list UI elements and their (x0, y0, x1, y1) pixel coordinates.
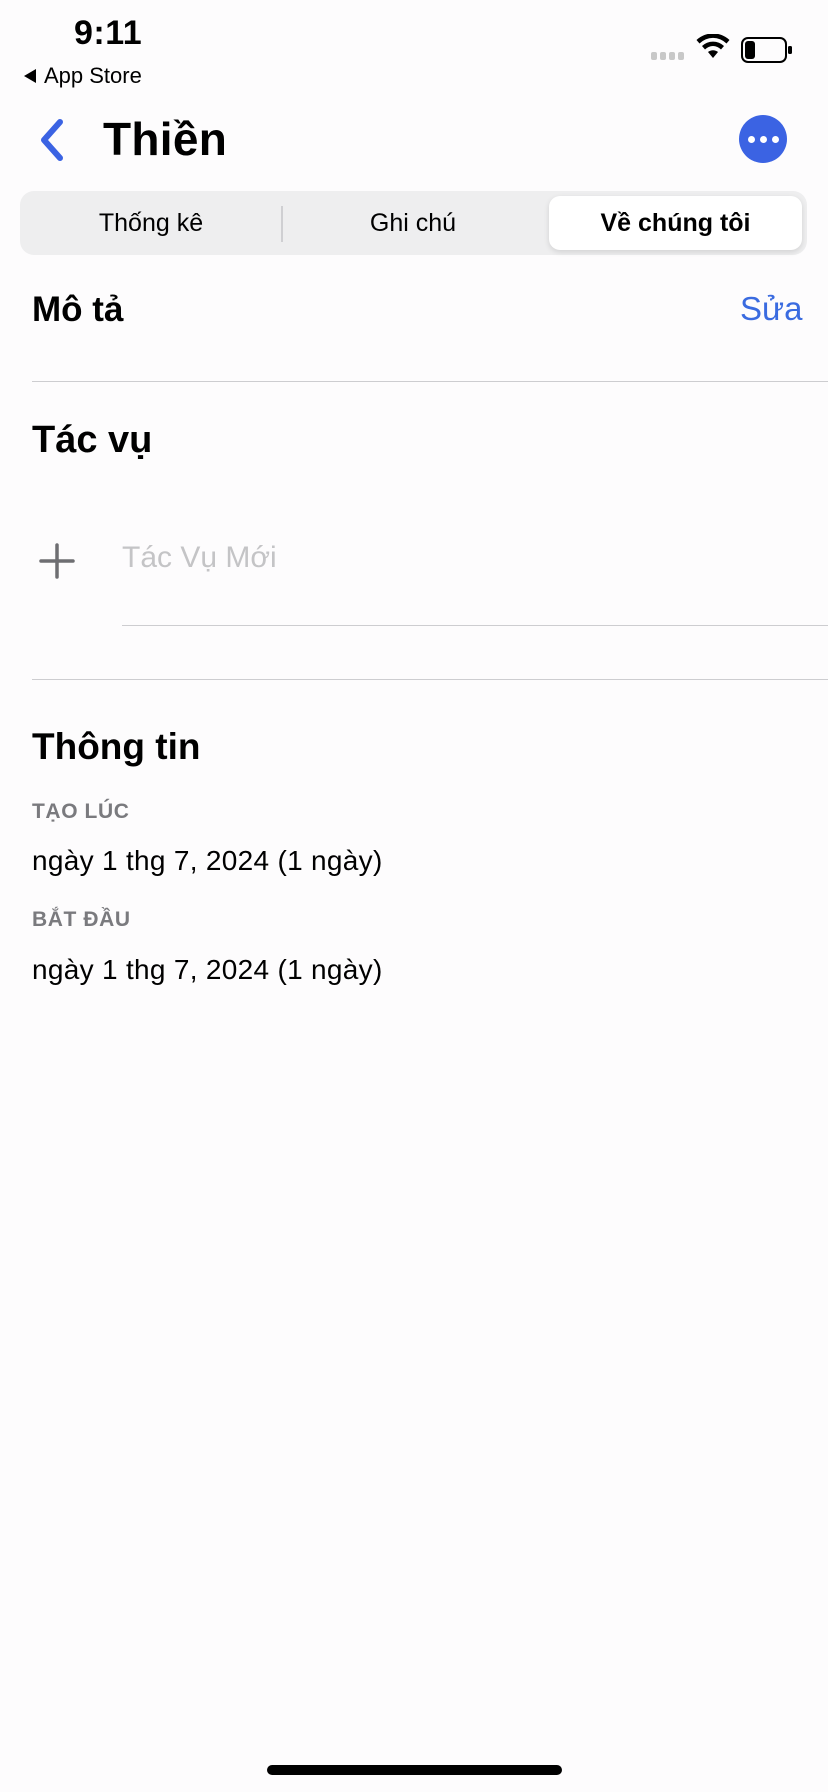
segment-notes[interactable]: Ghi chú (282, 191, 544, 255)
info-heading: Thông tin (32, 726, 201, 767)
ellipsis-dot (747, 135, 755, 143)
divider (122, 625, 828, 626)
ellipsis-dot (771, 135, 779, 143)
segment-divider (281, 206, 283, 242)
chevron-left-icon (41, 119, 63, 161)
battery-icon (741, 37, 793, 68)
more-options-button[interactable] (739, 115, 787, 163)
divider (32, 381, 828, 382)
add-task-button[interactable] (38, 542, 76, 580)
new-task-input[interactable]: Tác Vụ Mới (122, 541, 277, 575)
tasks-heading: Tác vụ (32, 419, 153, 461)
created-label: TẠO LÚC (32, 800, 130, 823)
start-value: ngày 1 thg 7, 2024 (1 ngày) (32, 954, 383, 985)
description-heading: Mô tả (32, 290, 124, 329)
ellipsis-dot (759, 135, 767, 143)
segmented-control: Thống kê Ghi chú Về chúng tôi (20, 191, 807, 255)
start-label: BẮT ĐẦU (32, 908, 131, 931)
page-title: Thiền (103, 113, 228, 165)
back-to-app-store[interactable]: App Store (24, 63, 142, 89)
back-button[interactable] (36, 118, 70, 162)
segment-statistics[interactable]: Thống kê (20, 191, 282, 255)
created-value: ngày 1 thg 7, 2024 (1 ngày) (32, 845, 383, 876)
home-indicator[interactable] (267, 1765, 562, 1775)
wifi-icon (696, 33, 730, 65)
status-time: 9:11 (74, 14, 143, 52)
divider (32, 679, 828, 680)
back-to-app-label: App Store (44, 63, 142, 88)
edit-description-button[interactable]: Sửa (740, 290, 802, 328)
plus-icon (39, 543, 75, 579)
segment-about[interactable]: Về chúng tôi (549, 196, 802, 250)
back-triangle-icon (24, 69, 36, 83)
cellular-signal-icon (651, 52, 684, 60)
